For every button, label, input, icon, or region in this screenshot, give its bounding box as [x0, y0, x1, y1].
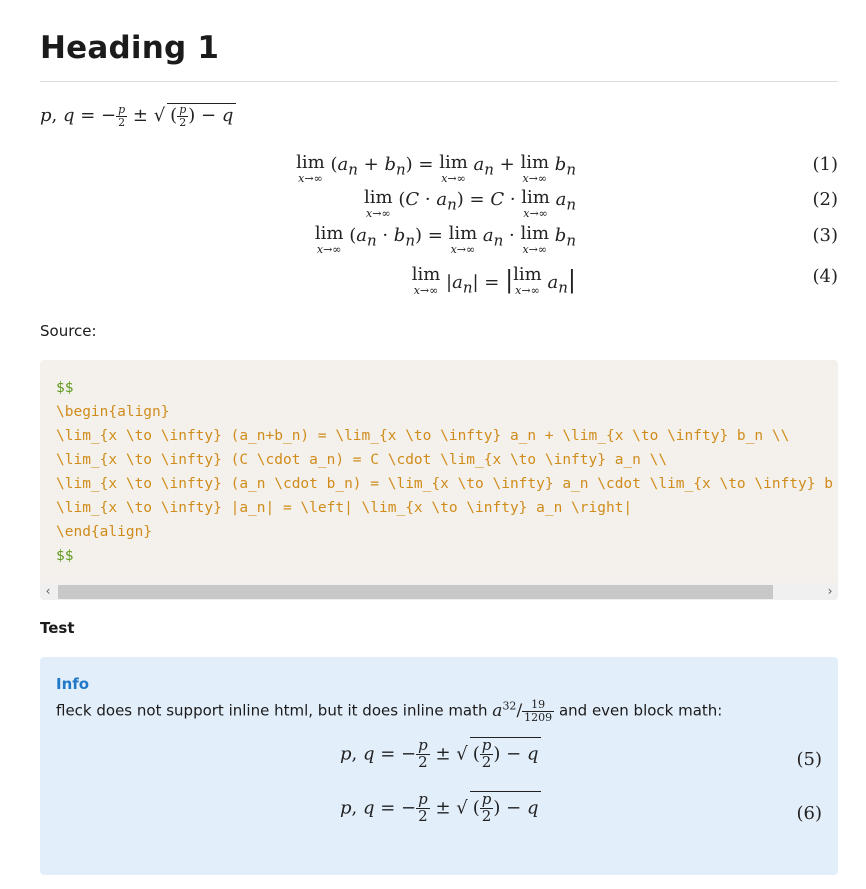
- equation-2: lim x→∞ (C · an) = C · lim x→∞ an (2): [364, 187, 839, 220]
- horizontal-scrollbar[interactable]: ‹ ›: [40, 583, 838, 600]
- heading-divider: [40, 81, 838, 82]
- equation-number: (3): [812, 225, 839, 246]
- code-line: \end{align}: [56, 524, 153, 540]
- equation-number: (4): [812, 266, 839, 287]
- equation-number: (5): [796, 749, 823, 770]
- equation-3: lim x→∞ (an · bn) = lim x→∞ an · lim x→∞ bn…: [314, 223, 839, 256]
- info-equation-5: p, q = − p 2 ± √(p 2) − q (5): [340, 736, 823, 771]
- code-line: \lim_{x \to \infty} (a_n \cdot b_n) = \l…: [56, 476, 833, 492]
- info-text: fleck does not support inline html, but …: [56, 698, 723, 724]
- source-label: Source:: [40, 322, 97, 340]
- code-block[interactable]: $$ \begin{align} \lim_{x \to \infty} (a_…: [40, 360, 838, 600]
- code-line: \lim_{x \to \infty} |a_n| = \left| \lim_…: [56, 500, 633, 516]
- chevron-right-icon[interactable]: ›: [822, 583, 838, 600]
- equation-1: lim x→∞ (an + bn) = lim x→∞ an + lim x→∞ bn…: [296, 152, 839, 185]
- equation-number: (6): [796, 803, 823, 824]
- test-label: Test: [40, 619, 75, 637]
- frac-denominator: 1209: [524, 710, 553, 724]
- equation-4: lim x→∞ |an| = | lim x→∞ an| (4): [411, 264, 839, 297]
- info-equation-6: p, q = − p 2 ± √(p 2) − q (6): [340, 790, 823, 825]
- code-line: $$: [56, 380, 74, 396]
- code-content: $$ \begin{align} \lim_{x \to \infty} (a_…: [56, 376, 833, 568]
- inline-formula: p, q = − p 2 ± √(p 2) − q: [40, 103, 237, 128]
- page-heading: Heading 1: [40, 30, 220, 66]
- scroll-thumb[interactable]: [58, 585, 773, 599]
- equation-number: (2): [812, 189, 839, 210]
- info-title: Info: [56, 675, 90, 693]
- info-text-before: fleck does not support inline html, but …: [56, 701, 488, 720]
- chevron-left-icon[interactable]: ‹: [40, 583, 56, 600]
- info-text-after: and even block math:: [558, 701, 723, 720]
- code-line: $$: [56, 548, 74, 564]
- code-line: \lim_{x \to \infty} (C \cdot a_n) = C \c…: [56, 452, 668, 468]
- info-callout: Info fleck does not support inline html,…: [40, 657, 838, 875]
- frac-numerator: 19: [522, 699, 555, 712]
- code-line: \begin{align}: [56, 404, 170, 420]
- equation-number: (1): [812, 154, 839, 175]
- code-line: \lim_{x \to \infty} (a_n+b_n) = \lim_{x …: [56, 428, 790, 444]
